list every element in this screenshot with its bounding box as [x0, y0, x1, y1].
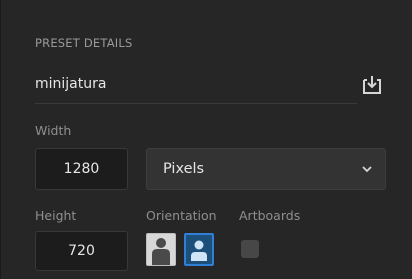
preset-name-underline: [35, 103, 357, 104]
orientation-label: Orientation: [146, 208, 217, 223]
chevron-down-icon: [362, 166, 372, 173]
save-preset-icon: [363, 76, 381, 94]
preset-details-panel: PRESET DETAILS minijatura Width 1280 Pix…: [0, 0, 412, 279]
artboards-checkbox[interactable]: [241, 240, 259, 258]
landscape-orientation-button[interactable]: [184, 233, 214, 266]
portrait-orientation-icon: [152, 238, 170, 265]
save-preset-button[interactable]: [360, 73, 384, 97]
height-field[interactable]: 720: [35, 231, 128, 271]
unit-select[interactable]: Pixels: [146, 148, 386, 190]
section-title: PRESET DETAILS: [35, 36, 133, 50]
width-label: Width: [35, 123, 72, 138]
unit-selected-value: Pixels: [163, 161, 205, 177]
landscape-orientation-icon: [191, 240, 207, 261]
width-value: 1280: [63, 161, 100, 177]
portrait-orientation-button[interactable]: [146, 233, 176, 266]
width-field[interactable]: 1280: [35, 148, 128, 190]
height-value: 720: [68, 243, 95, 259]
preset-name-input[interactable]: minijatura: [35, 76, 106, 92]
height-label: Height: [35, 208, 77, 223]
artboards-label: Artboards: [239, 208, 301, 223]
